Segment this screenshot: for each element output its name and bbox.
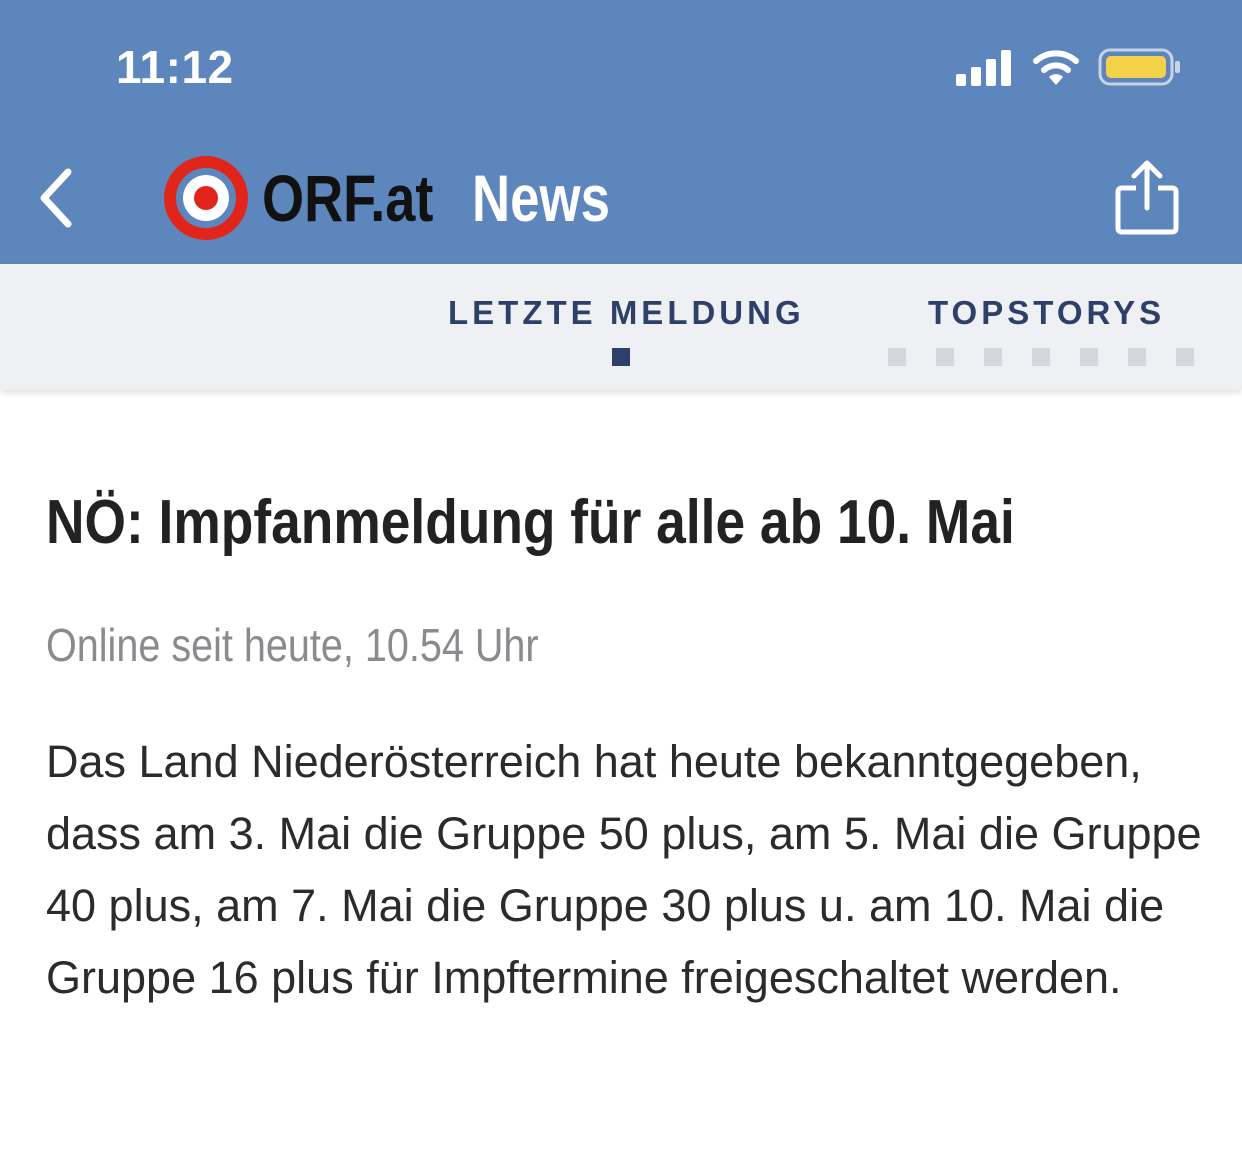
- tab-bar: LETZTE MELDUNG TOPSTORYS: [0, 264, 1242, 390]
- page-indicator-dot: [1032, 348, 1050, 366]
- wifi-icon: [1033, 50, 1079, 85]
- brand-name: ORF.at: [262, 161, 434, 235]
- app-header: 11:12 ORF.at News: [0, 0, 1242, 264]
- article-headline: NÖ: Impfanmeldung für alle ab 10. Mai: [46, 488, 1015, 557]
- tab-topstorys[interactable]: TOPSTORYS: [928, 294, 1165, 332]
- page-indicator-dot: [888, 348, 906, 366]
- page-indicator-dot-active: [612, 348, 630, 366]
- cellular-signal-icon: [956, 50, 1011, 86]
- back-button[interactable]: [32, 162, 82, 234]
- battery-icon: [1098, 48, 1180, 86]
- tab-letzte-meldung[interactable]: LETZTE MELDUNG: [448, 294, 805, 332]
- page-indicator-dot: [984, 348, 1002, 366]
- section-title: News: [472, 161, 610, 235]
- page-indicator-dot: [1080, 348, 1098, 366]
- article-body: Das Land Niederösterreich hat heute beka…: [46, 736, 1202, 1003]
- page-indicator-dot: [1176, 348, 1194, 366]
- status-time: 11:12: [116, 41, 234, 93]
- page-indicator-dot: [936, 348, 954, 366]
- page-indicator-dot: [1128, 348, 1146, 366]
- orf-logo-icon: [164, 156, 248, 240]
- article: NÖ: Impfanmeldung für alle ab 10. Mai On…: [46, 480, 1206, 1003]
- share-icon[interactable]: [1114, 158, 1180, 236]
- article-timestamp: Online seit heute, 10.54 Uhr: [46, 619, 539, 671]
